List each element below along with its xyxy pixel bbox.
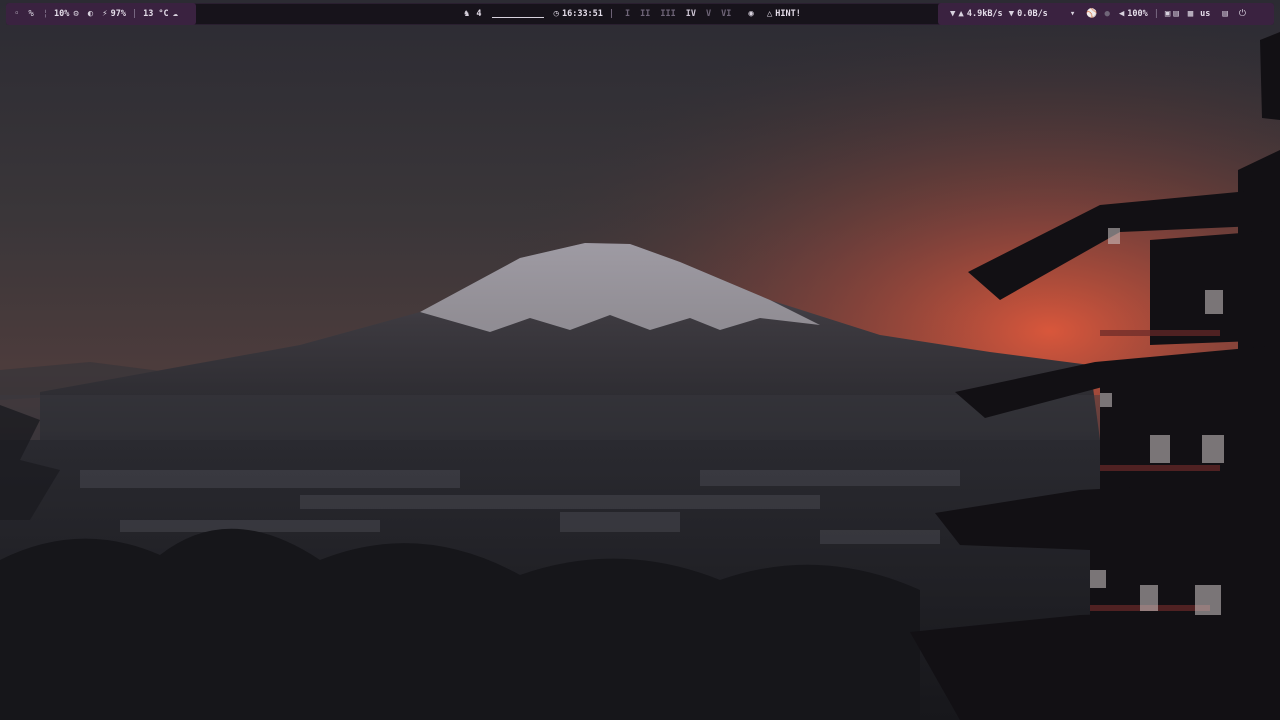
screenshot-icon[interactable]: ▣ [1165,9,1170,19]
speaker-icon[interactable]: ◀ [1119,9,1124,19]
headphone-icon[interactable]: ⚾ [1086,9,1097,19]
separator: | [131,9,138,19]
clock-icon: ◷ [553,9,559,19]
notification-count[interactable]: 4 [476,9,481,19]
download-speed[interactable]: 0.0B/s [1017,9,1048,19]
half-circle-icon[interactable]: ◐ [88,9,93,19]
separator: | [608,9,615,19]
workspace-5[interactable]: V [706,9,711,19]
network-audio-module: ▼ ▲ 4.9kB/s ▼ 0.0B/s ▾ ⚾ ● ◀ 100% | ▣ ▤ … [938,3,1274,25]
lock-icon[interactable]: ▤ [1222,9,1227,19]
cloud-icon: ☁ [172,9,179,19]
upload-icon: ▲ [958,9,964,19]
center-module: ♞ 4 ◷ 16:33:51 | I II III IV V VI ◉ △ HI… [458,3,838,25]
power-icon[interactable]: ⏻ [1239,9,1246,19]
wifi-icon[interactable]: ▼ [950,9,955,19]
keyboard-icon[interactable]: ▦ [1188,9,1193,19]
eye-icon[interactable]: ◉ [748,9,753,19]
clock-time[interactable]: 16:33:51 [562,9,603,19]
separator: ¦ [42,9,48,19]
volume-level[interactable]: 100% [1127,9,1147,19]
desktop-wallpaper [0,0,1280,720]
workspace-1[interactable]: I [625,9,630,19]
system-stats-module: ◦ % ¦ 10% ⚙ ◐ ⚡ 97% | 13 °C ☁ [6,3,196,25]
lamp-icon: △ [766,9,773,19]
drop-icon[interactable]: ◦ [14,9,19,19]
temperature[interactable]: 13 °C [143,9,169,19]
hint-label[interactable]: HINT! [775,9,801,19]
battery-level[interactable]: 97% [111,9,126,19]
bell-icon[interactable]: ♞ [464,9,469,19]
keyboard-layout[interactable]: us [1200,9,1210,19]
wifi-icon[interactable]: ▾ [1070,9,1075,19]
status-bar: ◦ % ¦ 10% ⚙ ◐ ⚡ 97% | 13 °C ☁ ♞ 4 ◷ 16:3… [6,3,1274,25]
upload-speed[interactable]: 4.9kB/s [967,9,1003,19]
cpu-usage[interactable]: 10% [54,9,69,19]
separator: | [1153,9,1159,19]
gear-icon[interactable]: ⚙ [73,9,78,19]
lock-icon[interactable]: ▤ [1173,9,1178,19]
lightning-icon: ⚡ [102,9,108,19]
workspace-2[interactable]: II [640,9,650,19]
workspace-6[interactable]: VI [721,9,731,19]
percent-icon[interactable]: % [28,9,33,19]
workspace-3[interactable]: III [660,9,675,19]
download-icon: ▼ [1008,9,1015,19]
workspace-4[interactable]: IV [686,9,696,19]
mic-icon[interactable]: ● [1104,9,1109,19]
window-title-placeholder [491,16,544,18]
